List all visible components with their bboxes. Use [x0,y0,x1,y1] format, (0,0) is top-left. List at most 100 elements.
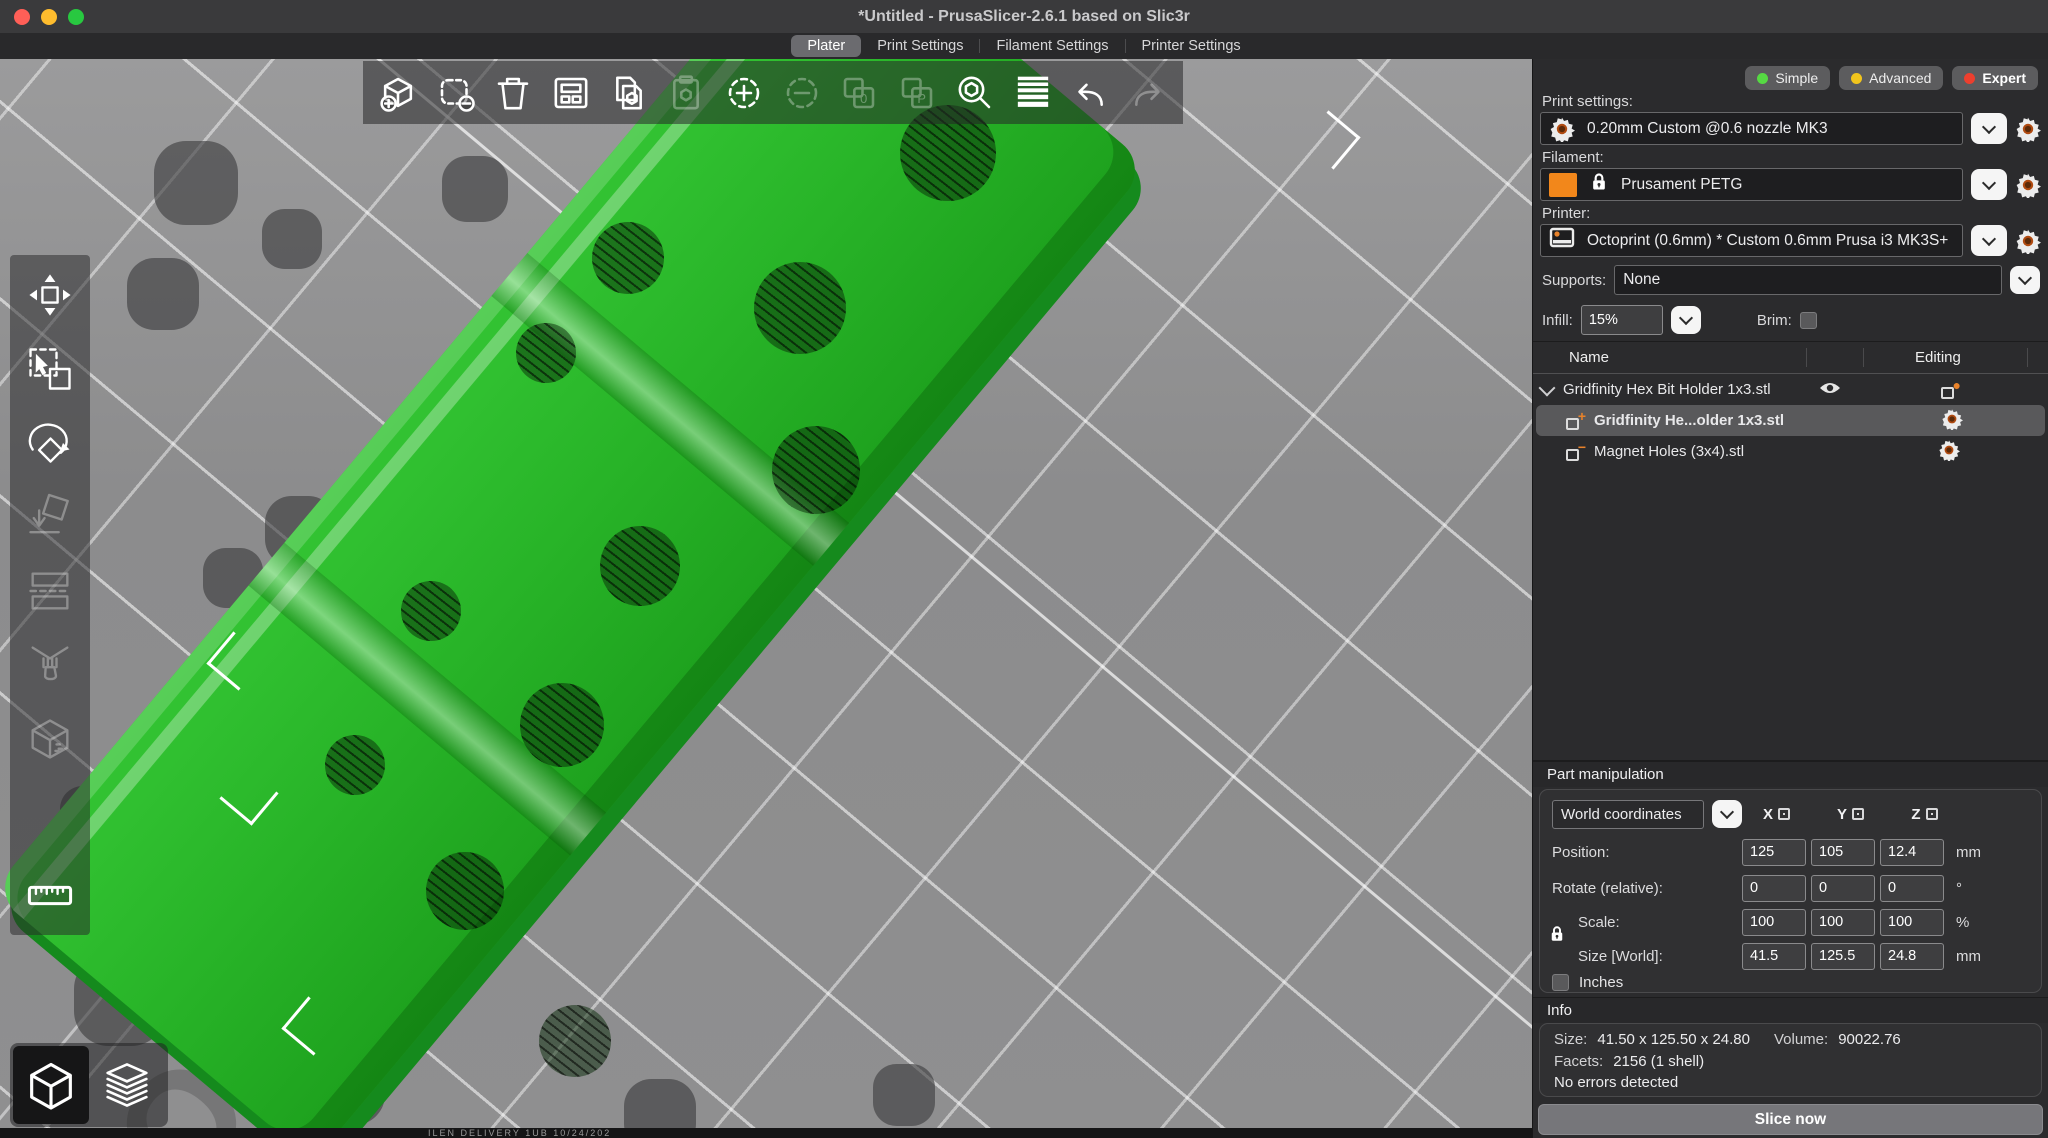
add-object-icon[interactable] [377,72,419,114]
expand-collapse-icon[interactable] [1538,379,1556,396]
position-z-input[interactable] [1880,838,1944,866]
scale-label: Scale: [1578,913,1620,931]
inches-label: Inches [1579,973,1624,991]
column-separator [2027,348,2028,367]
position-label: Position: [1552,843,1610,861]
size-x-input[interactable] [1742,942,1806,970]
3d-viewport[interactable]: ORIGIN [0,59,1532,1138]
printer-dropdown-button[interactable] [1971,225,2007,256]
supports-combo[interactable]: None [1614,265,2002,295]
info-errors-text: No errors detected [1554,1074,1679,1091]
magnet-hole-modifier [754,262,846,354]
coordinate-system-row: World coordinates X Y Z [1552,799,2031,829]
info-size-value: 41.50 x 125.50 x 24.80 [1597,1031,1750,1048]
coordinate-system-dropdown-button[interactable] [1712,800,1742,828]
inches-checkbox[interactable] [1552,973,1569,991]
sidebar: Simple Advanced Expert Print settings: 0… [1532,59,2048,1138]
filament-gear-button[interactable] [2015,172,2041,200]
printer-combo[interactable]: Octoprint (0.6mm) * Custom 0.6mm Prusa i… [1540,224,1963,257]
position-x-input[interactable] [1742,838,1806,866]
info-facets-value: 2156 (1 shell) [1613,1053,1705,1070]
filament-dropdown-button[interactable] [1971,169,2007,200]
rotate-x-input[interactable] [1742,874,1806,902]
mode-expert-button[interactable]: Expert [1952,66,2038,90]
printer-row: Octoprint (0.6mm) * Custom 0.6mm Prusa i… [1540,224,2041,257]
mode-advanced-button[interactable]: Advanced [1839,66,1944,90]
delete-all-icon[interactable] [492,72,534,114]
object-list: Name Editing Gridfinity Hex Bit Holder 1… [1533,341,2048,761]
object-row-magnet-holes[interactable]: − Magnet Holes (3x4).stl [1533,436,2048,467]
variable-layer-height-icon[interactable] [1012,72,1054,114]
part-gear-icon[interactable] [1941,408,1963,434]
subtract-part-icon: − [1566,440,1586,461]
remove-instance-icon [781,72,823,114]
rotate-y-input[interactable] [1811,874,1875,902]
tab-filament-settings[interactable]: Filament Settings [980,35,1124,57]
printer-gear-button[interactable] [2015,228,2041,256]
advanced-mode-label: Advanced [1869,70,1932,86]
magnet-hole-modifier [401,581,461,641]
part-manipulation-title: Part manipulation [1547,766,1664,783]
print-settings-combo[interactable]: 0.20mm Custom @0.6 nozzle MK3 [1540,112,1963,145]
supports-value: None [1623,271,1661,288]
scale-tool-icon[interactable] [24,343,76,395]
copy-icon[interactable] [608,72,650,114]
part-gear-icon[interactable] [1938,439,1960,465]
tab-printer-settings[interactable]: Printer Settings [1126,35,1257,57]
supports-dropdown-button[interactable] [2010,266,2040,294]
magnet-hole-modifier [520,683,604,767]
magnet-hole-modifier [772,426,860,514]
search-icon[interactable] [954,72,996,114]
arrange-icon[interactable] [550,72,592,114]
shadow-blob [154,141,238,225]
brim-checkbox[interactable] [1799,311,1817,329]
info-facets-row: Facets: 2156 (1 shell) [1554,1053,1704,1070]
position-y-input[interactable] [1811,838,1875,866]
shadow-blob [127,258,199,330]
infill-dropdown-button[interactable] [1670,306,1701,334]
scale-x-input[interactable] [1742,908,1806,936]
expert-mode-dot [1964,72,1976,84]
object-name: Magnet Holes (3x4).stl [1594,443,1745,460]
move-tool-icon[interactable] [24,269,76,321]
undo-icon[interactable] [1069,72,1111,114]
object-name: Gridfinity He...older 1x3.stl [1594,412,1785,429]
tab-print-settings[interactable]: Print Settings [861,35,979,57]
preview-view-button[interactable] [89,1046,165,1124]
scale-z-input[interactable] [1880,908,1944,936]
magnet-hole-modifier [516,323,576,383]
mode-simple-button[interactable]: Simple [1745,66,1831,90]
object-row-part-gridfinity[interactable]: + Gridfinity He...older 1x3.stl [1536,405,2045,436]
eye-icon[interactable] [1819,381,1841,399]
printer-icon [1549,226,1575,255]
coordinate-system-select[interactable]: World coordinates [1552,799,1704,829]
infill-label: Infill: [1542,311,1573,329]
print-settings-gear-button[interactable] [2015,116,2041,144]
print-settings-dropdown-button[interactable] [1971,113,2007,144]
3d-editor-view-button[interactable] [13,1046,89,1124]
seam-painting-icon [24,713,76,765]
info-size-label: Size: [1554,1031,1588,1048]
cut-tool-icon [24,565,76,617]
split-to-parts-icon: P [896,72,938,114]
delete-object-icon[interactable] [435,72,477,114]
filament-combo[interactable]: Prusament PETG [1540,168,1963,201]
size-y-input[interactable] [1811,942,1875,970]
rotate-label: Rotate (relative): [1552,879,1663,897]
info-size-row: Size: 41.50 x 125.50 x 24.80 Volume: 900… [1554,1031,1901,1048]
scale-y-input[interactable] [1811,908,1875,936]
object-row-gridfinity[interactable]: Gridfinity Hex Bit Holder 1x3.stl ● [1533,374,2048,405]
shadow-blob [873,1064,935,1126]
rotate-tool-icon[interactable] [24,417,76,469]
chevron-down-icon [1719,804,1735,820]
rotate-z-input[interactable] [1880,874,1944,902]
slice-now-button[interactable]: Slice now [1538,1104,2043,1135]
object-settings-icon[interactable]: ● [1941,378,1961,399]
part-manipulation-header: Part manipulation [1533,761,2048,787]
infill-input[interactable] [1580,305,1663,335]
tab-plater[interactable]: Plater [791,35,862,57]
size-z-input[interactable] [1880,942,1944,970]
axis-box-icon [1925,808,1938,820]
add-instance-icon[interactable] [723,72,765,114]
measure-tool-icon[interactable] [24,869,76,921]
